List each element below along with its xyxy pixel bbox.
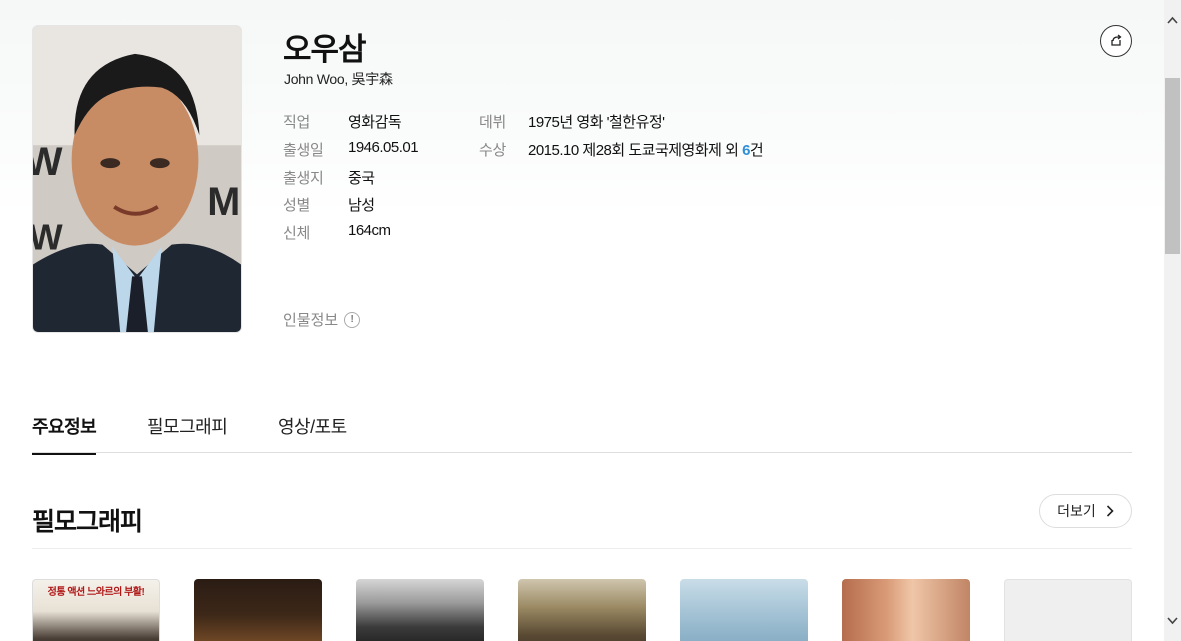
share-icon xyxy=(1111,34,1122,46)
tab-video-photo[interactable]: 영상/포토 xyxy=(278,413,347,453)
award-count[interactable]: 6 xyxy=(742,142,750,159)
job-label: 직업 xyxy=(283,114,311,131)
tab-main-info[interactable]: 주요정보 xyxy=(32,413,97,455)
filmography-title: 필모그래피 xyxy=(32,508,143,536)
film-poster[interactable] xyxy=(518,579,646,641)
scroll-down-button[interactable] xyxy=(1164,601,1181,641)
award-suffix: 건 xyxy=(749,142,764,159)
film-poster[interactable] xyxy=(194,579,322,641)
film-poster[interactable]: 정통 액션 느와르의 부활! xyxy=(32,579,160,641)
film-poster[interactable] xyxy=(680,579,808,641)
section-divider xyxy=(32,548,1132,549)
more-button-label: 더보기 xyxy=(1057,503,1096,519)
poster-tagline: 정통 액션 느와르의 부활! xyxy=(47,587,145,598)
share-button[interactable] xyxy=(1100,25,1132,57)
award-value: 2015.10 제28회 도쿄국제영화제 외 6건 xyxy=(528,139,764,160)
person-name: 오우삼 xyxy=(283,32,367,67)
tab-filmography[interactable]: 필모그래피 xyxy=(147,413,228,453)
chevron-down-icon xyxy=(1167,617,1178,625)
debut-value: 1975년 영화 '철한유정' xyxy=(528,114,665,131)
svg-text:W: W xyxy=(33,140,63,184)
award-label: 수상 xyxy=(479,142,507,159)
scroll-up-button[interactable] xyxy=(1164,0,1181,40)
chevron-up-icon xyxy=(1167,16,1178,24)
debut-label: 데뷔 xyxy=(479,114,507,131)
gender-value: 남성 xyxy=(348,197,375,214)
award-text: 2015.10 제28회 도쿄국제영화제 외 xyxy=(528,142,743,159)
birth-value: 1946.05.01 xyxy=(348,139,419,156)
person-info-link[interactable]: 인물정보 ! xyxy=(283,309,361,330)
gender-label: 성별 xyxy=(283,197,311,214)
job-value: 영화감독 xyxy=(348,114,402,131)
birthplace-label: 출생지 xyxy=(283,170,324,187)
film-poster[interactable] xyxy=(842,579,970,641)
vertical-scrollbar[interactable] xyxy=(1164,0,1181,641)
body-label: 신체 xyxy=(283,225,311,242)
profile-photo: W M W xyxy=(32,25,242,333)
chevron-right-icon xyxy=(1106,505,1114,517)
birth-label: 출생일 xyxy=(283,142,324,159)
film-poster-placeholder[interactable] xyxy=(1004,579,1132,641)
film-poster[interactable] xyxy=(356,579,484,641)
svg-text:M: M xyxy=(207,180,240,224)
more-button[interactable]: 더보기 xyxy=(1039,494,1132,528)
person-name-en: John Woo, 吳宇森 xyxy=(284,71,393,87)
person-detail-page: W M W 오우삼 John Woo, 吳宇森 직업 영화감독 출생일 1946… xyxy=(0,0,1164,641)
person-info-label: 인물정보 xyxy=(283,312,339,329)
body-value: 164cm xyxy=(348,222,391,239)
scroll-thumb[interactable] xyxy=(1165,78,1180,254)
tab-bar: 주요정보 필모그래피 영상/포토 xyxy=(32,400,1132,455)
birthplace-value: 중국 xyxy=(348,170,375,187)
info-icon: ! xyxy=(344,311,361,328)
